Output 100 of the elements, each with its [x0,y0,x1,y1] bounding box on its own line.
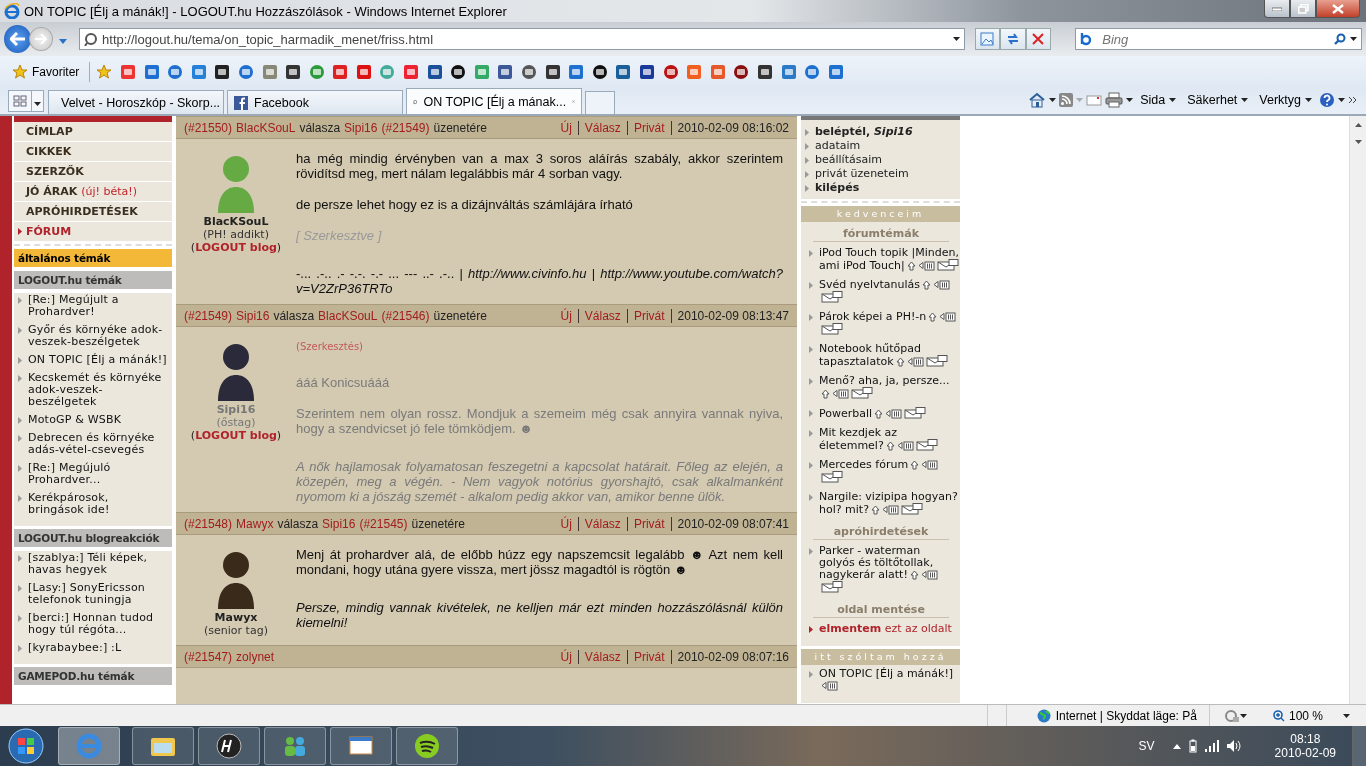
action-link[interactable]: Válasz [578,649,628,664]
restore-button[interactable] [1290,0,1316,18]
nav-link[interactable]: CIKKEK [14,142,172,162]
favorite-link[interactable]: Notebook hűtőpad tapasztalatok [819,343,959,368]
mail-icon[interactable] [821,471,843,483]
favicon-icon[interactable] [450,64,467,80]
trash-icon[interactable] [885,408,903,419]
speaker-icon[interactable] [1226,740,1241,752]
post-number-link[interactable]: (#21549) [381,120,430,135]
signal-icon[interactable] [1204,740,1219,752]
mail-icon[interactable] [901,503,923,515]
search-field[interactable]: Bing [1075,28,1363,50]
tab-list-button[interactable] [32,90,44,112]
favicon-icon[interactable] [591,64,608,80]
trash-icon[interactable] [821,680,838,691]
caret-icon[interactable] [1343,713,1350,718]
topic-link[interactable]: Kecskemét és környéke adok-veszek-beszélgetek [14,372,172,414]
window-button[interactable] [330,727,392,765]
favorite-link[interactable]: Parker - waterman golyós és töltőtollak, nagykerár alatt! [819,545,959,594]
back-button[interactable] [4,25,32,53]
start-button[interactable] [6,726,46,766]
topic-link[interactable]: ON TOPIC [Élj a mánák!] [14,354,172,372]
chevron-icon[interactable] [1348,96,1358,104]
topic-link[interactable]: [Lasy:] SonyEricsson telefonok tuningja [14,582,172,612]
action-link[interactable]: Privát [627,516,672,531]
action-link[interactable]: Új [554,649,579,664]
favorite-link[interactable]: iPod Touch topik |Minden, ami iPod Touch| [819,247,959,272]
up-arrow-icon[interactable] [885,441,895,451]
mail-icon[interactable] [821,581,843,593]
action-link[interactable]: Privát [627,649,672,664]
action-link[interactable]: Válasz [578,516,628,531]
favicon-icon[interactable] [521,64,538,80]
author-link[interactable]: BlacKSouL [318,308,378,323]
author-link[interactable]: zolynet [236,649,275,664]
favorite-link[interactable]: Powerball [819,407,927,420]
minimize-button[interactable] [1264,0,1290,18]
up-arrow-icon[interactable] [909,570,919,580]
action-link[interactable]: Válasz [578,308,628,323]
scroll-down-icon[interactable] [1354,139,1362,144]
action-link[interactable]: Új [554,120,579,135]
trash-icon[interactable] [933,279,951,290]
favorite-link[interactable]: Nargile: vizipipa hogyan? hol? mit? [819,491,959,516]
refresh-button[interactable] [1000,28,1026,50]
post-number-link[interactable]: (#21548) [184,516,233,531]
trash-icon[interactable] [832,388,849,399]
favorite-link[interactable]: elmentem ezt az oldalt [819,623,952,635]
mail-icon[interactable] [821,291,843,303]
trash-icon[interactable] [939,311,957,322]
action-link[interactable]: Új [554,308,579,323]
post-number-link[interactable]: (#21545) [359,516,408,531]
caret-icon[interactable] [1126,98,1134,102]
show-hidden-icon[interactable] [1172,743,1181,749]
topic-link[interactable]: Kerékpárosok, bringások ide! [14,492,172,522]
browser-tab[interactable]: Velvet - Horoszkóp - Skorp... [48,90,224,114]
mail-icon[interactable] [851,387,873,399]
user-menu-link[interactable]: beléptél, Sipi16 [805,125,956,139]
favorite-link[interactable]: Menő? aha, ja, persze... [819,375,959,400]
caret-icon[interactable] [1338,98,1345,102]
hp-logo-button[interactable] [198,727,260,765]
caret-icon[interactable] [952,37,960,41]
post-number-link[interactable]: (#21547) [184,649,233,664]
menu-button[interactable]: Sida [1136,91,1181,109]
favorite-link[interactable]: Mit kezdjek az életemmel? [819,427,959,452]
favicon-icon[interactable] [285,64,302,80]
mail-icon[interactable] [821,323,843,335]
favicon-icon[interactable] [497,64,514,80]
compatibility-button[interactable] [974,28,1001,50]
search-icon[interactable] [1334,33,1347,45]
user-menu-link[interactable]: beállításaim [805,153,956,167]
home-icon[interactable] [1028,92,1047,108]
favicon-icon[interactable] [544,64,561,80]
author-link[interactable]: Sipi16 [236,308,270,323]
mail-icon[interactable] [915,439,938,451]
author-link[interactable]: Sipi16 [322,516,356,531]
topic-link[interactable]: MotoGP & WSBK [14,414,172,432]
favorites-button[interactable]: Favoriter [8,62,84,82]
battery-icon[interactable] [1188,739,1197,753]
trash-icon[interactable] [917,260,935,271]
trash-icon[interactable] [882,504,899,515]
nav-link[interactable]: SZERZŐK [14,162,172,182]
clock[interactable]: 08:18 2010-02-09 [1268,731,1342,761]
post-number-link[interactable]: (#21550) [184,120,233,135]
action-link[interactable]: Új [554,516,579,531]
topic-link[interactable]: Debrecen és környéke adás-vétel-csevegés [14,432,172,462]
caret-icon[interactable] [1239,713,1247,718]
favicon-icon[interactable] [214,64,231,80]
scroll-up-icon[interactable] [1354,122,1362,127]
favicon-icon[interactable] [426,64,443,80]
action-link[interactable]: Privát [627,308,672,323]
topic-link[interactable]: Győr és környéke adok-veszek-beszélgetek [14,324,172,354]
stop-button[interactable] [1025,28,1052,50]
close-button[interactable] [1316,0,1360,18]
action-link[interactable]: Válasz [578,120,628,135]
favicon-icon[interactable] [756,64,773,80]
topic-link[interactable]: [Re:] Megújult a Prohardver! [14,294,172,324]
author-link[interactable]: Sipi16 [344,120,378,135]
user-menu-link[interactable]: kilépés [805,181,956,195]
favorite-link[interactable]: Svéd nyelvtanulás [819,279,959,304]
blog-link[interactable]: (LOGOUT blog) [190,241,282,254]
menu-button[interactable]: Verktyg [1255,91,1316,109]
